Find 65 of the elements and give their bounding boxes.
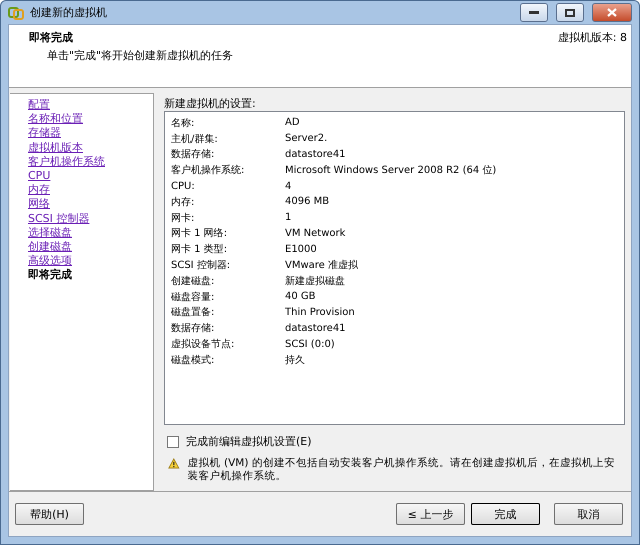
setting-label: 网卡 1 类型: [171, 242, 228, 256]
setting-value: E1000 [285, 244, 318, 255]
setting-label: 主机/群集: [171, 132, 219, 146]
setting-value: 1 [285, 212, 292, 224]
step-link[interactable]: 网络 [28, 197, 50, 212]
setting-label: 虚拟设备节点: [171, 338, 236, 352]
setting-label: CPU: [171, 180, 196, 192]
finish-button[interactable]: 完成 [471, 503, 540, 525]
back-button[interactable]: ≤ 上一步 [396, 503, 465, 525]
help-button[interactable]: 帮助(H) [15, 503, 84, 525]
setting-value: datastore41 [285, 148, 347, 160]
app-icon [8, 4, 24, 20]
step-link[interactable]: 配置 [28, 98, 50, 112]
step-link[interactable]: 内存 [28, 183, 50, 198]
step-link[interactable]: CPU [28, 169, 50, 184]
setting-label: 磁盘置备: [171, 306, 216, 320]
setting-value: SCSI (0:0) [285, 338, 336, 350]
setting-label: 客户机操作系统: [171, 164, 246, 178]
step-link[interactable]: 虚拟机版本 [28, 140, 83, 155]
cancel-button[interactable]: 取消 [554, 503, 623, 525]
page-subtitle: 单击"完成"将开始创建新虚拟机的任务 [47, 48, 234, 63]
step-link[interactable]: 名称和位置 [28, 112, 83, 126]
setting-value: 4 [285, 180, 292, 192]
warning-text: 虚拟机 (VM) 的创建不包括自动安装客户机操作系统。请在创建虚拟机后，在虚拟机上安装客户机操作系统。 [188, 457, 616, 483]
step-link[interactable]: SCSI 控制器 [28, 212, 90, 226]
edit-checkbox[interactable] [167, 436, 179, 448]
maximize-icon [565, 8, 575, 16]
setting-label: 网卡 1 网络: [171, 226, 228, 240]
setting-label: 磁盘容量: [171, 290, 216, 304]
setting-value: 新建虚拟磁盘 [285, 274, 346, 288]
vm-version: 虚拟机版本: 8 [558, 30, 627, 45]
checkbox-label: 完成前编辑虚拟机设置(E) [186, 434, 312, 449]
setting-value: 4096 MB [285, 196, 330, 208]
setting-label: 磁盘模式: [171, 354, 216, 367]
setting-label: 内存: [171, 196, 196, 209]
page-title: 即将完成 [29, 30, 74, 45]
setting-label: 创建磁盘: [171, 274, 216, 288]
minimize-icon [529, 10, 539, 14]
setting-value: Server2. [285, 133, 328, 144]
setting-label: 数据存储: [171, 322, 216, 336]
close-button[interactable] [592, 3, 632, 22]
setting-label: 网卡: [171, 212, 196, 225]
setting-value: VMware 准虚拟 [285, 258, 359, 272]
setting-label: 数据存储: [171, 148, 216, 162]
settings-title: 新建虚拟机的设置: [164, 96, 257, 111]
close-icon [607, 8, 617, 17]
setting-value: AD [285, 117, 301, 128]
step-link[interactable]: 即将完成 [28, 268, 72, 283]
window-title: 创建新的虚拟机 [30, 5, 108, 20]
setting-value: Thin Provision [285, 306, 356, 318]
setting-label: SCSI 控制器: [171, 258, 232, 272]
step-link[interactable]: 选择磁盘 [28, 226, 72, 240]
warning-icon [168, 457, 180, 470]
setting-value: Microsoft Windows Server 2008 R2 (64 位) [285, 164, 498, 178]
step-link[interactable]: 高级选项 [28, 254, 72, 268]
step-link[interactable]: 存储器 [28, 126, 61, 141]
maximize-button[interactable] [556, 3, 584, 22]
setting-value: datastore41 [285, 322, 347, 334]
setting-label: 名称: [171, 116, 196, 130]
setting-value: VM Network [285, 228, 346, 239]
setting-value: 持久 [285, 354, 306, 367]
step-link[interactable]: 客户机操作系统 [28, 154, 105, 170]
setting-value: 40 GB [285, 291, 317, 302]
step-link[interactable]: 创建磁盘 [28, 240, 72, 254]
minimize-button[interactable] [520, 3, 548, 22]
